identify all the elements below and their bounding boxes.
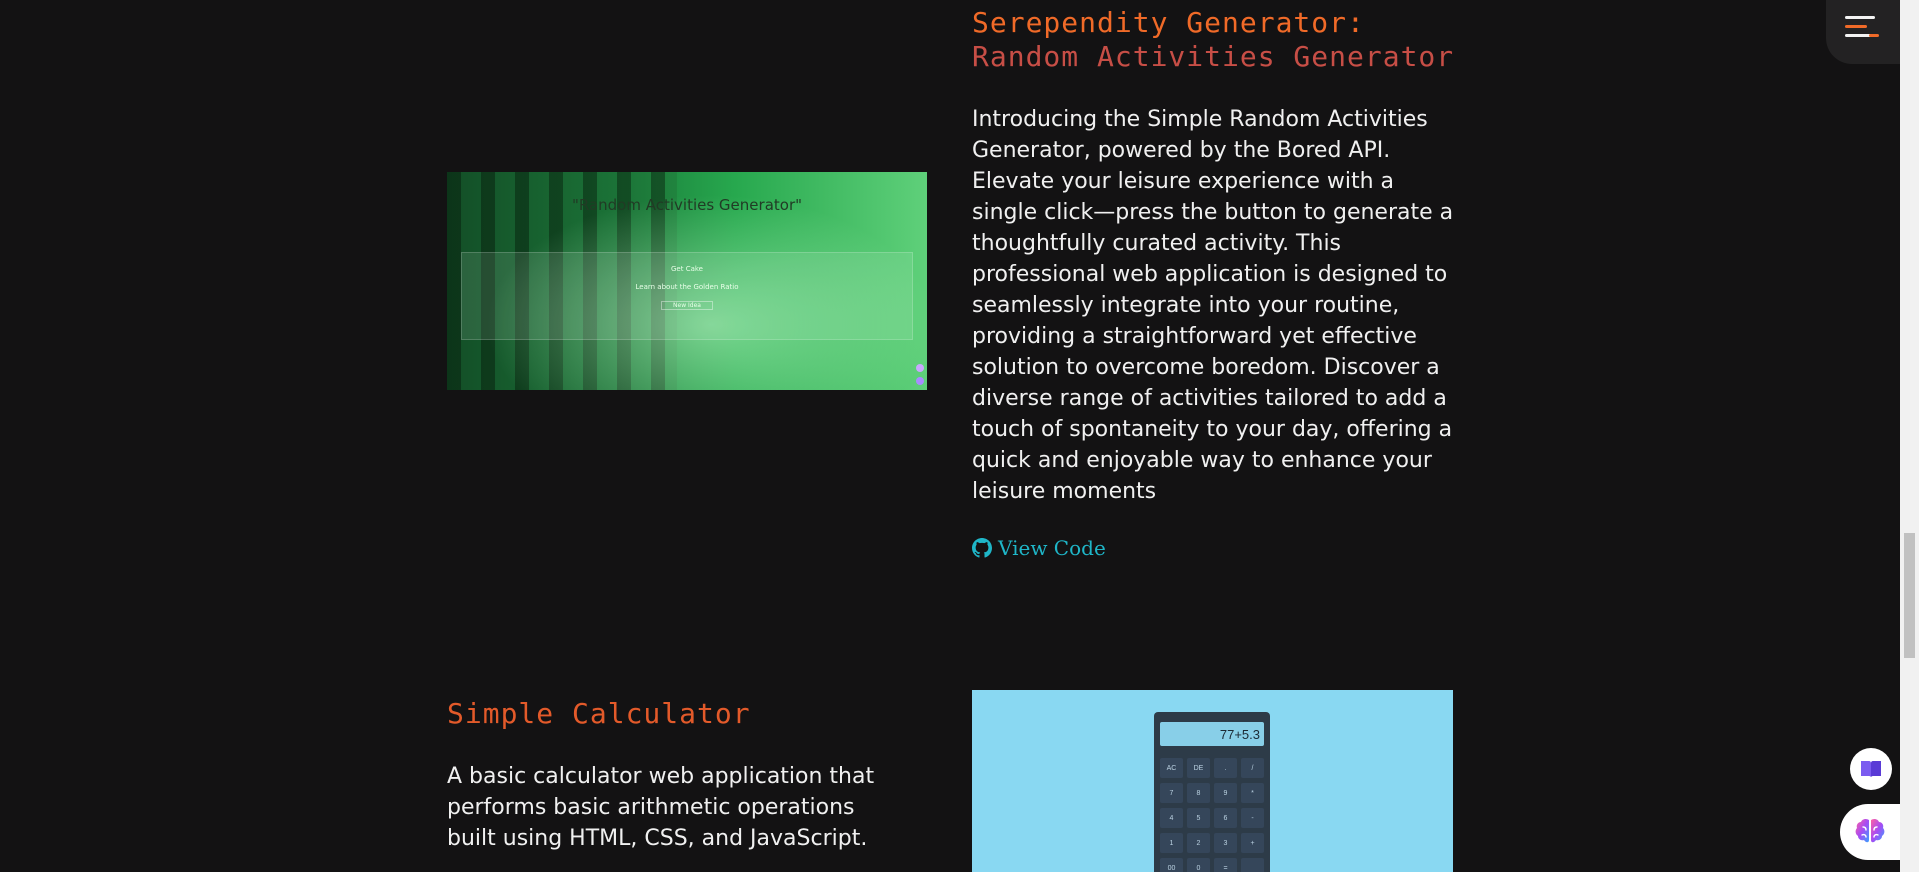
calculator-key: 2	[1187, 833, 1210, 853]
calculator-screenshot: 77+5.3 AC DE./7 8 9 * 4 5 6-1 2 3 +00 0 =	[972, 690, 1453, 872]
book-icon	[1861, 761, 1881, 777]
screenshot-extension-icon	[916, 377, 924, 385]
calculator-key: 6	[1214, 808, 1237, 828]
calculator-key: -	[1241, 808, 1264, 828]
screenshot-card: Get Cake Learn about the Golden Ratio Ne…	[461, 252, 913, 340]
calculator-key: 7	[1160, 783, 1183, 803]
calculator-key: .	[1214, 758, 1237, 778]
assistant-button[interactable]	[1840, 804, 1900, 860]
title-part-1: Serependity Generator:	[972, 6, 1365, 39]
calculator-key: +	[1241, 833, 1264, 853]
calculator-key	[1241, 858, 1264, 872]
calculator-key: 0	[1187, 858, 1210, 872]
calculator-key: 5	[1187, 808, 1210, 828]
calculator-key: AC	[1160, 758, 1183, 778]
calculator-key: *	[1241, 783, 1264, 803]
project-description-calculator: A basic calculator web application that …	[447, 764, 875, 851]
calculator-key: 00	[1160, 858, 1183, 872]
calculator-key: DE	[1187, 758, 1210, 778]
screenshot-heading: "Random Activities Generator"	[571, 196, 803, 214]
project-title-serependity: Serependity Generator: Random Activities…	[972, 6, 1472, 74]
calculator-keypad: AC DE./7 8 9 * 4 5 6-1 2 3 +00 0 =	[1160, 758, 1264, 872]
random-activities-screenshot: "Random Activities Generator" Get Cake L…	[447, 172, 927, 390]
calculator-display: 77+5.3	[1160, 722, 1264, 746]
screenshot-extension-icon	[916, 364, 924, 372]
calculator-key: /	[1241, 758, 1264, 778]
calculator-key: 1	[1160, 833, 1183, 853]
calculator-key: 4	[1160, 808, 1183, 828]
view-code-link[interactable]: View Code	[972, 536, 1106, 560]
calculator-key: 8	[1187, 783, 1210, 803]
reader-button[interactable]	[1850, 748, 1892, 790]
project-title-calculator: Simple Calculator	[447, 697, 751, 730]
view-code-label: View Code	[998, 536, 1106, 560]
calculator-key: 9	[1214, 783, 1237, 803]
screenshot-line-2: Learn about the Golden Ratio	[635, 283, 739, 291]
scrollbar-thumb[interactable]	[1904, 533, 1915, 658]
project-description-serependity: Introducing the Simple Random Activities…	[972, 107, 1454, 504]
github-icon	[972, 538, 992, 558]
title-part-2: Random Activities Generator	[972, 40, 1455, 73]
screenshot-line-1: Get Cake	[671, 265, 703, 273]
page-scrollbar[interactable]	[1900, 0, 1919, 872]
screenshot-button: New Idea	[661, 301, 713, 310]
brain-icon	[1855, 818, 1885, 843]
calculator-key: 3	[1214, 833, 1237, 853]
calculator-key: =	[1214, 858, 1237, 872]
calculator-body: 77+5.3 AC DE./7 8 9 * 4 5 6-1 2 3 +00 0 =	[1154, 712, 1270, 872]
